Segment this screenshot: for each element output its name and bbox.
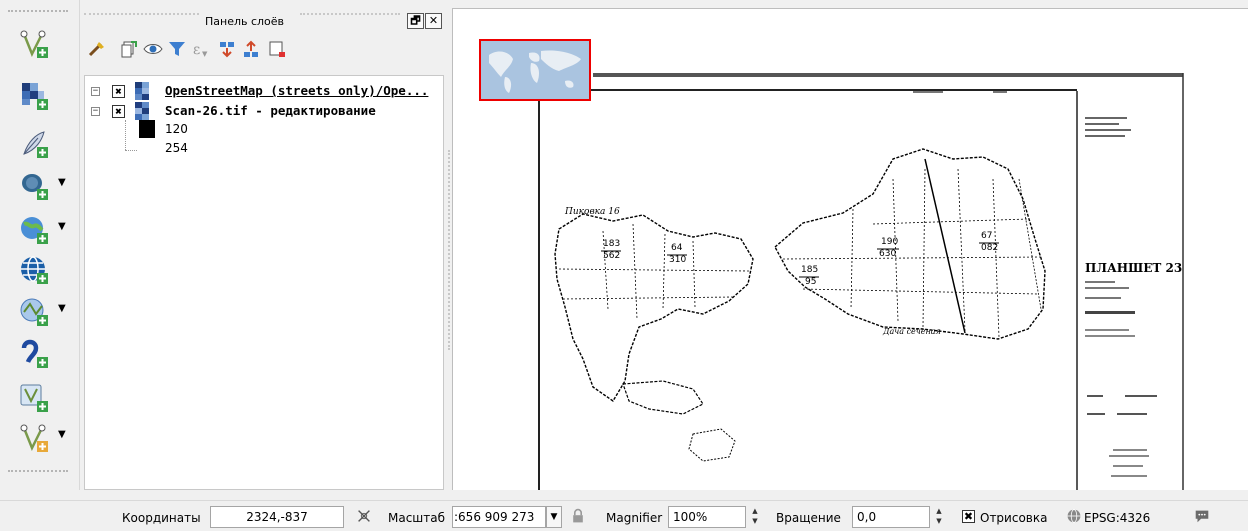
parcel-number: 95 [805, 277, 817, 287]
messages-icon[interactable] [1192, 506, 1212, 526]
qgis-window: ▼ ▼ ▼ ▼ Панель слоёв 🗗 ✕ ε ▼ − ✖ OpenStr… [0, 0, 1248, 531]
layers-panel: Панель слоёв 🗗 ✕ ε ▼ − ✖ OpenStreetMap (… [80, 0, 450, 490]
rotation-label: Вращение [776, 511, 841, 525]
add-delimited-text-icon[interactable] [16, 336, 52, 372]
layer-name: OpenStreetMap (streets only)/Ope... [165, 83, 429, 98]
collapse-toggle[interactable]: − [91, 107, 100, 116]
layer-visibility-checkbox[interactable]: ✖ [112, 85, 125, 98]
add-virtual-layer-icon[interactable] [16, 380, 52, 416]
layer-row[interactable]: − ✖ Scan-26.tif - редактирование [85, 102, 443, 122]
map-sheet-title: ПЛАНШЕТ 23 [1085, 261, 1183, 275]
map-label-bottom: Дача сеченая [883, 327, 941, 336]
add-raster-icon[interactable] [16, 78, 52, 114]
panel-title: Панель слоёв [205, 15, 285, 28]
legend-swatch-white [139, 140, 155, 156]
title-grip-right [300, 13, 400, 16]
wfs-dropdown-arrow[interactable]: ▼ [58, 303, 66, 314]
map-label-area: Пиковка 16 [565, 207, 620, 217]
filter-icon[interactable] [166, 38, 188, 60]
add-wcs-icon[interactable] [16, 252, 52, 288]
layers-panel-toolbar: ε ▼ [80, 38, 450, 66]
postgis-dropdown-arrow[interactable]: ▼ [58, 177, 66, 188]
coordinate-icon[interactable] [354, 506, 374, 526]
magnifier-spinner[interactable]: ▲ ▼ [748, 506, 762, 528]
visibility-icon[interactable] [142, 38, 164, 60]
parcel-number: 082 [981, 243, 999, 253]
add-group-icon[interactable] [118, 38, 140, 60]
title-grip-left [84, 13, 199, 16]
add-wfs-icon[interactable] [16, 294, 52, 330]
filter-expression-icon[interactable]: ε ▼ [190, 38, 212, 60]
layer-row[interactable]: − ✖ OpenStreetMap (streets only)/Ope... [85, 82, 443, 102]
magnifier-label: Magnifier [606, 511, 663, 525]
tree-line [125, 150, 137, 151]
add-postgis-icon[interactable] [16, 168, 52, 204]
scale-label: Масштаб [388, 511, 446, 525]
toolbar-grip-bottom[interactable] [8, 470, 68, 474]
toolbar-grip[interactable] [8, 10, 68, 14]
svg-text:ε: ε [193, 42, 200, 58]
legend-label: 254 [165, 141, 188, 155]
parcel-number: 190 [881, 237, 899, 247]
parcel-number: 562 [603, 251, 621, 261]
layers-tree[interactable]: − ✖ OpenStreetMap (streets only)/Ope... … [84, 75, 444, 490]
world-thumbnail [481, 41, 589, 99]
legend-label: 120 [165, 122, 188, 136]
scale-dropdown[interactable]: ▼ [546, 506, 562, 528]
panel-title-bar[interactable]: Панель слоёв 🗗 ✕ [80, 0, 450, 29]
new-vector-layer-icon[interactable] [16, 26, 52, 62]
add-wms-icon[interactable] [16, 212, 52, 248]
rotation-field[interactable]: 0,0 [852, 506, 930, 528]
style-manager-icon[interactable] [86, 38, 108, 60]
wms-dropdown-arrow[interactable]: ▼ [58, 221, 66, 232]
shapefile-dropdown-arrow[interactable]: ▼ [58, 429, 66, 440]
tree-line [125, 120, 126, 150]
collapse-toggle[interactable]: − [91, 87, 100, 96]
parcel-number: 183 [603, 239, 621, 249]
render-checkbox[interactable]: ✖ [962, 510, 975, 523]
collapse-all-icon[interactable] [240, 38, 262, 60]
magnifier-field[interactable]: 100% [668, 506, 746, 528]
close-panel-button[interactable]: ✕ [425, 13, 442, 29]
lock-icon[interactable] [568, 506, 588, 526]
layer-management-toolbar: ▼ ▼ ▼ ▼ [0, 0, 80, 490]
add-spatialite-icon[interactable] [16, 126, 52, 162]
raster-layer-icon [135, 102, 149, 120]
parcel-number: 67 [981, 231, 993, 241]
expand-all-icon[interactable] [216, 38, 238, 60]
float-panel-button[interactable]: 🗗 [407, 13, 424, 29]
crs-label[interactable]: EPSG:4326 [1084, 511, 1150, 525]
svg-text:▼: ▼ [202, 50, 208, 58]
map-canvas[interactable]: Пиковка 16 Дача сеченая ПЛАНШЕТ 23 183 5… [452, 8, 1248, 490]
layer-visibility-checkbox[interactable]: ✖ [112, 105, 125, 118]
render-label: Отрисовка [980, 511, 1048, 525]
coordinates-field[interactable]: 2324,-837 [210, 506, 344, 528]
globe-icon[interactable] [1064, 506, 1084, 526]
legend-swatch-black [139, 120, 155, 138]
remove-layer-icon[interactable] [266, 38, 288, 60]
parcel-number: 185 [801, 265, 819, 275]
parcel-number: 630 [879, 249, 897, 259]
coordinates-label: Координаты [122, 511, 201, 525]
scale-field[interactable]: :656 909 273 [452, 506, 546, 528]
new-shapefile-icon[interactable] [16, 420, 52, 456]
parcel-number: 64 [671, 243, 683, 253]
overview-map[interactable] [479, 39, 591, 101]
layer-name: Scan-26.tif - редактирование [165, 103, 376, 118]
parcel-number: 310 [669, 255, 687, 265]
rotation-spinner[interactable]: ▲ ▼ [932, 506, 946, 528]
status-bar: Координаты 2324,-837 Масштаб :656 909 27… [0, 500, 1248, 531]
raster-layer-icon [135, 82, 149, 100]
